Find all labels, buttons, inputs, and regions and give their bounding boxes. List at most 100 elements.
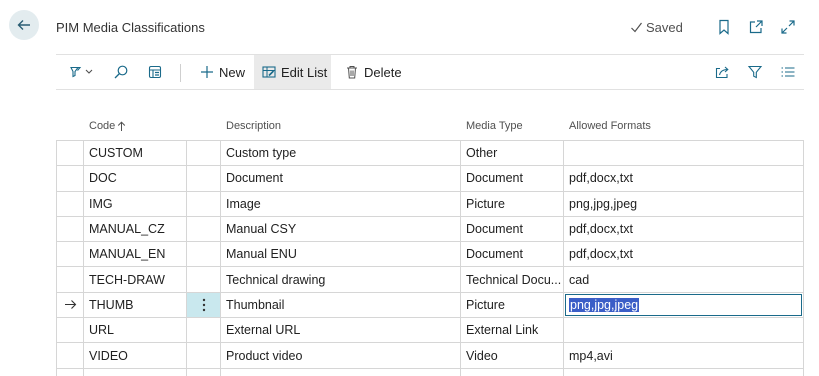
allowed-formats-cell[interactable]: png,jpg,jpeg <box>564 192 803 216</box>
edit-list-button-label: Edit List <box>281 64 328 80</box>
table-row-partial[interactable] <box>56 368 804 376</box>
row-menu-cell[interactable] <box>187 166 221 191</box>
row-menu-cell[interactable] <box>187 191 221 216</box>
search-icon <box>114 65 128 79</box>
filter-pane-button[interactable] <box>66 55 100 89</box>
description-cell[interactable]: Manual ENU <box>221 242 461 267</box>
show-as-button[interactable] <box>147 55 167 89</box>
media-type-cell[interactable] <box>461 368 564 376</box>
allowed-formats-cell[interactable] <box>564 318 803 342</box>
media-type-cell[interactable]: Picture <box>461 292 564 318</box>
description-cell[interactable]: Thumbnail <box>221 292 461 318</box>
description-cell[interactable]: External URL <box>221 318 461 343</box>
code-cell[interactable]: MANUAL_CZ <box>84 216 187 242</box>
row-indicator[interactable] <box>57 191 84 216</box>
column-header-media-type[interactable]: Media Type <box>466 120 523 132</box>
edit-list-button[interactable]: Edit List <box>254 55 331 89</box>
sort-ascending-icon <box>118 120 126 131</box>
allowed-formats-cell[interactable]: pdf,docx,txt <box>564 242 803 266</box>
action-bar: New Edit List Delete <box>56 55 804 89</box>
allowed-formats-cell[interactable]: mp4,avi <box>564 343 803 367</box>
code-cell[interactable]: DOC <box>84 166 187 191</box>
media-type-cell[interactable]: Video <box>461 343 564 368</box>
row-menu-cell[interactable] <box>187 318 221 343</box>
media-type-cell[interactable]: Document <box>461 242 564 267</box>
list-view-button[interactable] <box>780 55 798 89</box>
code-cell[interactable]: MANUAL_EN <box>84 242 187 267</box>
delete-button[interactable]: Delete <box>343 55 404 89</box>
expand-button[interactable] <box>779 18 797 36</box>
row-indicator[interactable] <box>57 292 84 318</box>
table-row[interactable]: TECH-DRAW Technical drawing Technical Do… <box>56 267 804 293</box>
row-indicator[interactable] <box>57 166 84 191</box>
media-type-cell[interactable]: Picture <box>461 191 564 216</box>
allowed-formats-cell[interactable]: pdf,docx,txt <box>564 217 803 241</box>
column-header-description[interactable]: Description <box>226 120 281 132</box>
table-row-selected[interactable]: THUMB Thumbnail Picture png,jpg,jpeg <box>56 292 804 319</box>
table-row[interactable]: CUSTOM Custom type Other <box>56 141 804 167</box>
description-cell[interactable]: Image <box>221 191 461 216</box>
code-cell[interactable]: URL <box>84 318 187 343</box>
row-indicator[interactable] <box>57 368 84 376</box>
media-type-cell[interactable]: Document <box>461 216 564 242</box>
description-cell[interactable] <box>221 368 461 376</box>
open-new-window-button[interactable] <box>747 18 765 36</box>
media-type-cell[interactable]: External Link <box>461 318 564 343</box>
allowed-formats-cell[interactable]: cad <box>564 267 803 291</box>
media-type-cell[interactable]: Document <box>461 166 564 191</box>
table-row[interactable]: DOC Document Document pdf,docx,txt <box>56 166 804 192</box>
filter-button[interactable] <box>747 55 765 89</box>
row-indicator[interactable] <box>57 343 84 368</box>
filter-icon <box>747 65 763 79</box>
row-indicator[interactable] <box>57 141 84 166</box>
table-row[interactable]: IMG Image Picture png,jpg,jpeg <box>56 191 804 217</box>
row-indicator[interactable] <box>57 242 84 267</box>
column-header-code[interactable]: Code <box>89 120 126 132</box>
description-cell[interactable]: Custom type <box>221 141 461 166</box>
bookmark-button[interactable] <box>715 18 733 36</box>
row-menu-cell[interactable] <box>187 216 221 242</box>
toolbar-bottom-divider <box>56 89 804 90</box>
allowed-formats-cell[interactable] <box>564 141 803 165</box>
allowed-formats-cell[interactable] <box>564 369 803 376</box>
row-arrow-icon <box>64 300 76 310</box>
row-menu-cell[interactable] <box>187 343 221 368</box>
plus-icon <box>201 66 213 78</box>
table-row[interactable]: VIDEO Product video Video mp4,avi <box>56 343 804 369</box>
row-menu-cell[interactable] <box>187 242 221 267</box>
row-indicator[interactable] <box>57 216 84 242</box>
column-header-code-label: Code <box>89 120 116 132</box>
page-title: PIM Media Classifications <box>56 20 205 35</box>
row-menu-cell[interactable] <box>187 292 221 318</box>
allowed-formats-cell-editing[interactable]: png,jpg,jpeg <box>564 293 803 317</box>
description-cell[interactable]: Technical drawing <box>221 267 461 292</box>
allowed-formats-selected-text[interactable]: png,jpg,jpeg <box>569 297 640 312</box>
table-row[interactable]: URL External URL External Link <box>56 318 804 344</box>
code-cell[interactable]: TECH-DRAW <box>84 267 187 292</box>
more-options-icon <box>202 298 205 312</box>
description-cell[interactable]: Manual CSY <box>221 216 461 242</box>
column-header-allowed-formats[interactable]: Allowed Formats <box>569 120 651 132</box>
row-menu-cell[interactable] <box>187 368 221 376</box>
code-cell[interactable]: VIDEO <box>84 343 187 368</box>
description-cell[interactable]: Document <box>221 166 461 191</box>
row-indicator[interactable] <box>57 267 84 292</box>
media-type-cell[interactable]: Other <box>461 141 564 166</box>
code-cell[interactable] <box>84 368 187 376</box>
allowed-formats-cell[interactable]: pdf,docx,txt <box>564 166 803 190</box>
row-indicator[interactable] <box>57 318 84 343</box>
code-cell[interactable]: THUMB <box>84 292 187 318</box>
code-cell[interactable]: IMG <box>84 191 187 216</box>
row-menu-cell[interactable] <box>187 141 221 166</box>
share-button[interactable] <box>714 55 732 89</box>
search-button[interactable] <box>113 55 133 89</box>
toolbar-separator <box>180 64 181 82</box>
media-type-cell[interactable]: Technical Docu... <box>461 267 564 292</box>
row-menu-cell[interactable] <box>187 267 221 292</box>
table-row[interactable]: MANUAL_CZ Manual CSY Document pdf,docx,t… <box>56 216 804 243</box>
new-button[interactable]: New <box>198 55 247 89</box>
description-cell[interactable]: Product video <box>221 343 461 368</box>
code-cell[interactable]: CUSTOM <box>84 141 187 166</box>
table-row[interactable]: MANUAL_EN Manual ENU Document pdf,docx,t… <box>56 242 804 268</box>
back-button[interactable] <box>9 10 39 40</box>
